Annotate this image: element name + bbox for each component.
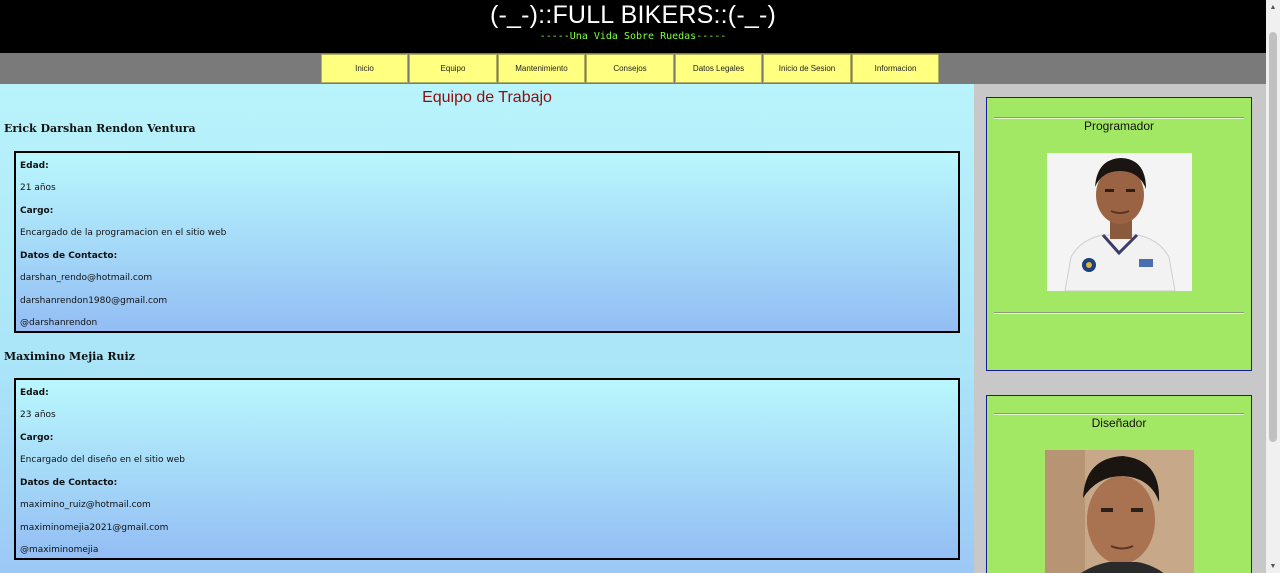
member-name: Maximino Mejia Ruiz (4, 350, 135, 363)
programmer-photo (1047, 153, 1192, 291)
site-header: (-_-)::FULL BIKERS::(-_-) -----Una Vida … (0, 0, 1266, 53)
site-title: (-_-)::FULL BIKERS::(-_-) (489, 1, 777, 29)
nav-item-inicio[interactable]: Inicio (321, 54, 408, 83)
role-value: Encargado del diseño en el sitio web (20, 455, 186, 465)
contact-email-1: darshan_rendo@hotmail.com (20, 273, 153, 283)
vertical-scrollbar[interactable]: ▲ ▼ (1266, 0, 1280, 573)
nav-item-equipo[interactable]: Equipo (409, 54, 497, 83)
role-label: Cargo: (20, 433, 54, 443)
contact-handle: @maximinomejia (20, 545, 99, 555)
nav-item-informacion[interactable]: Informacion (852, 54, 939, 83)
member-name: Erick Darshan Rendon Ventura (4, 122, 196, 135)
nav-item-mantenimiento[interactable]: Mantenimiento (498, 54, 585, 83)
designer-photo-image (1045, 450, 1194, 573)
contact-email-1: maximino_ruiz@hotmail.com (20, 500, 151, 510)
age-label: Edad: (20, 161, 49, 171)
scroll-down-arrow-icon[interactable]: ▼ (1266, 559, 1280, 573)
role-box-disenador: Diseñador (986, 395, 1252, 573)
nav-bar: Inicio Equipo Mantenimiento Consejos Dat… (0, 53, 1266, 84)
contact-email-2: maximinomejia2021@gmail.com (20, 523, 169, 533)
role-value: Encargado de la programacion en el sitio… (20, 228, 227, 238)
nav-item-consejos[interactable]: Consejos (586, 54, 674, 83)
page-title: Equipo de Trabajo (422, 89, 552, 106)
role-label: Cargo: (20, 206, 54, 216)
member-card: Edad: 23 años Cargo: Encargado del diseñ… (14, 378, 960, 560)
contact-handle: @darshanrendon (20, 318, 98, 328)
programmer-photo-image (1047, 153, 1192, 291)
site-tagline: -----Una Vida Sobre Ruedas----- (539, 31, 727, 42)
contact-email-2: darshanrendon1980@gmail.com (20, 296, 168, 306)
age-value: 23 años (20, 410, 56, 420)
designer-photo (1045, 450, 1194, 573)
age-label: Edad: (20, 388, 49, 398)
role-title: Programador (1083, 119, 1155, 133)
divider (994, 312, 1244, 314)
contact-label: Datos de Contacto: (20, 251, 118, 261)
main-content: Equipo de Trabajo Erick Darshan Rendon V… (0, 84, 974, 573)
scroll-thumb[interactable] (1269, 32, 1277, 442)
sidebar: Programador Diseñador (974, 84, 1266, 573)
contact-label: Datos de Contacto: (20, 478, 118, 488)
divider (994, 413, 1244, 415)
scroll-up-arrow-icon[interactable]: ▲ (1266, 0, 1280, 14)
age-value: 21 años (20, 183, 56, 193)
nav-item-datos-legales[interactable]: Datos Legales (675, 54, 762, 83)
member-card: Edad: 21 años Cargo: Encargado de la pro… (14, 151, 960, 333)
nav-item-inicio-sesion[interactable]: Inicio de Sesion (763, 54, 851, 83)
role-title: Diseñador (1091, 416, 1147, 430)
role-box-programador: Programador (986, 97, 1252, 371)
